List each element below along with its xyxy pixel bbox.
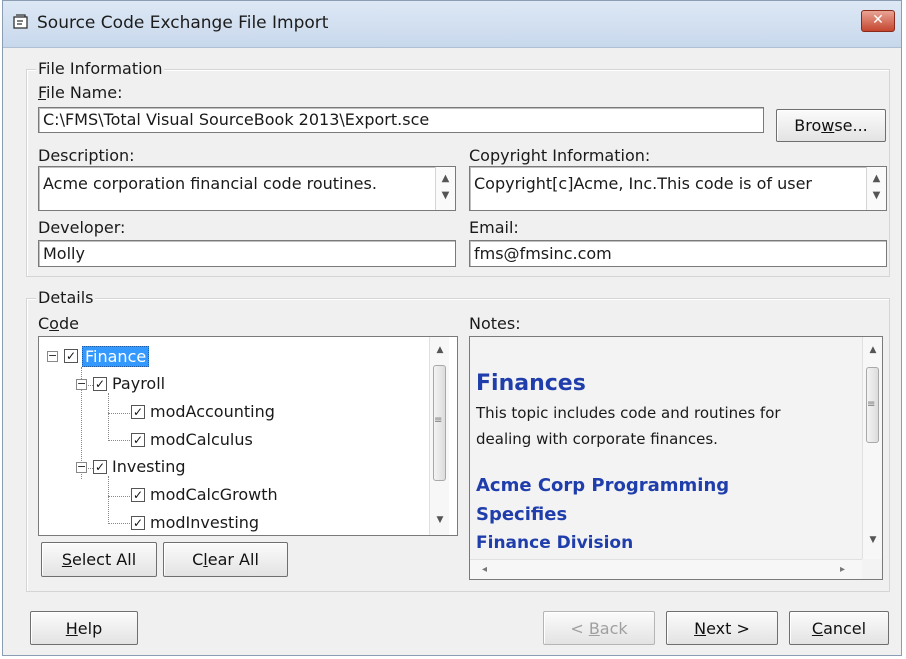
description-text: Acme corporation financial code routines…: [43, 174, 377, 193]
copyright-input[interactable]: Copyright[c]Acme, Inc.This code is of us…: [469, 166, 887, 211]
notes-heading: Finances: [476, 371, 586, 396]
collapse-icon[interactable]: −: [47, 350, 58, 362]
title-bar: Source Code Exchange File Import ✕: [3, 1, 901, 48]
code-tree[interactable]: − ✓ Finance − ✓ Payroll ✓ modAccounting …: [38, 336, 458, 536]
back-button[interactable]: < Back: [543, 611, 655, 645]
notes-subheading-2: Specifies: [476, 504, 568, 525]
tree-item-modaccounting[interactable]: modAccounting: [150, 402, 275, 421]
tree-item-investing[interactable]: Investing: [112, 457, 186, 476]
file-name-label: File Name:: [38, 83, 123, 102]
notes-subheading-3: Finance Division: [476, 533, 634, 553]
cancel-button[interactable]: Cancel: [789, 611, 889, 645]
scroll-down-icon[interactable]: ▼: [430, 515, 450, 525]
email-input[interactable]: fms@fmsinc.com: [469, 240, 887, 267]
app-icon: [13, 14, 28, 29]
description-label: Description:: [38, 146, 135, 165]
developer-input[interactable]: Molly: [38, 240, 456, 267]
description-scroll[interactable]: ▲ ▼: [435, 167, 455, 210]
details-legend: Details: [36, 288, 96, 307]
copyright-scroll[interactable]: ▲ ▼: [866, 167, 886, 210]
file-name-input[interactable]: C:\FMS\Total Visual SourceBook 2013\Expo…: [38, 107, 764, 133]
checkbox-payroll[interactable]: ✓: [93, 377, 107, 391]
scroll-up-icon[interactable]: ▲: [436, 173, 455, 184]
notes-line-1: This topic includes code and routines fo…: [476, 404, 781, 422]
scroll-up-icon[interactable]: ▲: [867, 173, 886, 184]
scroll-up-icon[interactable]: ▲: [863, 345, 882, 355]
scroll-down-icon[interactable]: ▼: [863, 535, 882, 545]
scroll-right-icon[interactable]: ▸: [840, 564, 845, 575]
checkbox-modcalculus[interactable]: ✓: [131, 433, 145, 447]
scroll-down-icon[interactable]: ▼: [436, 190, 455, 201]
import-dialog: Source Code Exchange File Import ✕ File …: [2, 0, 902, 656]
checkbox-modaccounting[interactable]: ✓: [131, 405, 145, 419]
tree-item-modcalculus[interactable]: modCalculus: [150, 430, 253, 449]
code-label: Code: [38, 314, 79, 333]
notes-pane[interactable]: Finances This topic includes code and ro…: [469, 336, 883, 580]
window-title: Source Code Exchange File Import: [37, 13, 329, 33]
tree-item-finance[interactable]: Finance: [82, 346, 150, 367]
checkbox-modcalcgrowth[interactable]: ✓: [131, 488, 145, 502]
checkbox-investing[interactable]: ✓: [93, 460, 107, 474]
code-tree-scrollbar[interactable]: ▲ ≡ ▼: [429, 337, 449, 535]
tree-item-modcalcgrowth[interactable]: modCalcGrowth: [150, 485, 278, 504]
collapse-icon[interactable]: −: [76, 378, 87, 390]
notes-scrollbar[interactable]: ▲ ≡ ▼: [862, 337, 882, 559]
notes-label: Notes:: [469, 314, 521, 333]
clear-all-button[interactable]: Clear All: [163, 542, 288, 577]
file-information-legend: File Information: [36, 59, 165, 78]
developer-label: Developer:: [38, 218, 126, 237]
scroll-left-icon[interactable]: ◂: [482, 564, 487, 575]
copyright-text: Copyright[c]Acme, Inc.This code is of us…: [474, 174, 812, 193]
collapse-icon[interactable]: −: [76, 461, 87, 473]
checkbox-modinvesting[interactable]: ✓: [131, 516, 145, 530]
help-button[interactable]: Help: [30, 611, 138, 645]
notes-subheading-1: Acme Corp Programming: [476, 475, 730, 496]
scroll-down-icon[interactable]: ▼: [867, 190, 886, 201]
copyright-label: Copyright Information:: [469, 146, 651, 165]
email-label: Email:: [469, 218, 519, 237]
notes-horizontal-scrollbar[interactable]: ◂ ▸: [470, 559, 862, 579]
select-all-button[interactable]: Select All: [41, 542, 157, 577]
next-button[interactable]: Next >: [666, 611, 778, 645]
close-icon[interactable]: ✕: [861, 10, 895, 32]
scroll-up-icon[interactable]: ▲: [430, 345, 450, 355]
tree-item-payroll[interactable]: Payroll: [112, 374, 165, 393]
checkbox-finance[interactable]: ✓: [64, 349, 78, 363]
notes-line-2: dealing with corporate finances.: [476, 430, 718, 448]
description-input[interactable]: Acme corporation financial code routines…: [38, 166, 456, 211]
browse-button[interactable]: Browse...: [776, 109, 886, 142]
tree-item-modinvesting[interactable]: modInvesting: [150, 513, 259, 532]
